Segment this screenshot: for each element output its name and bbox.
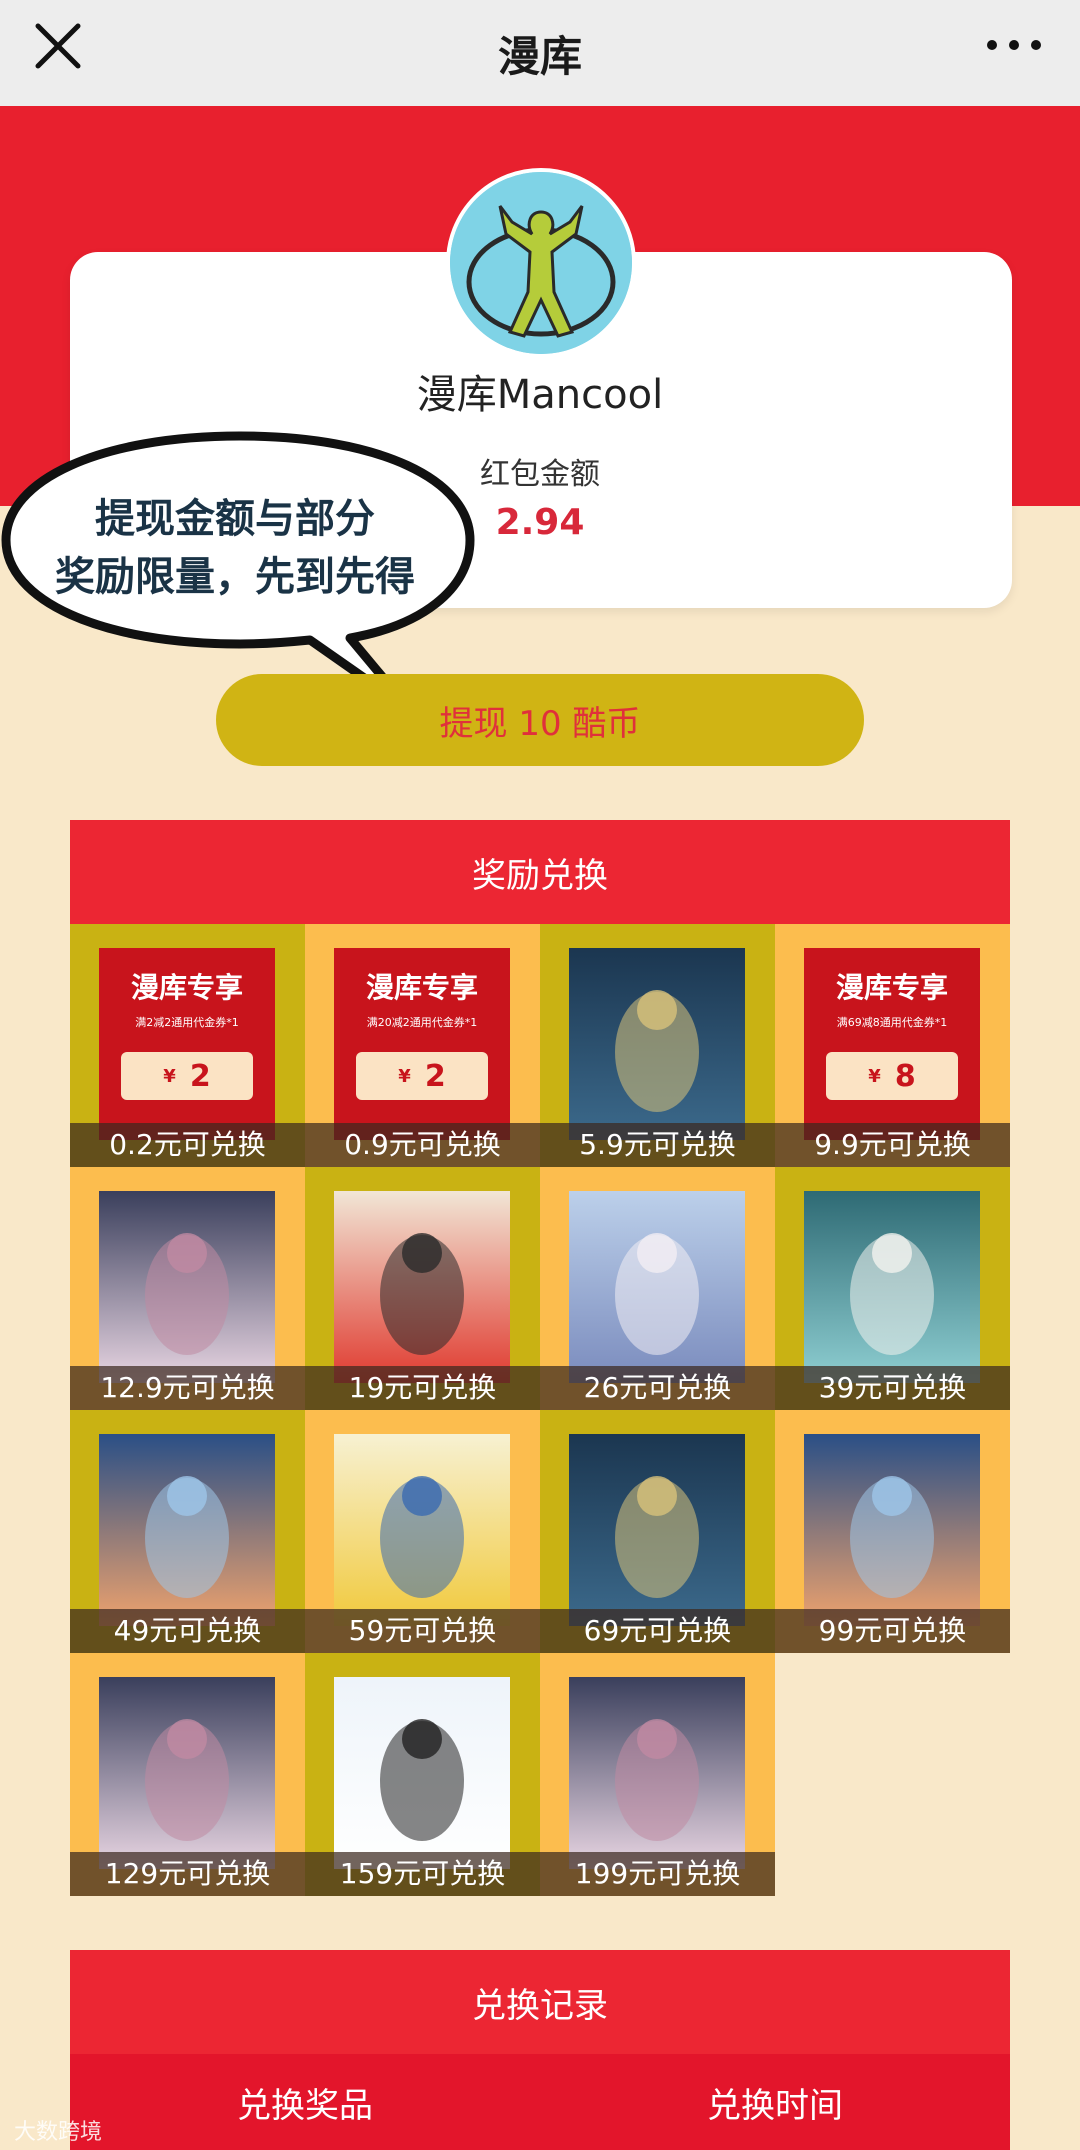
voucher-ticket: ¥2 <box>356 1052 488 1100</box>
voucher-desc: 满69减8通用代金券*1 <box>836 1016 948 1029</box>
reward-item[interactable]: 199元可兑换 <box>540 1653 775 1896</box>
reward-price: 19元可兑换 <box>305 1366 540 1410</box>
reward-grid: 漫库专享 满2减2通用代金券*1 ¥2 0.2元可兑换 漫库专享 满20减2通用代金券*1… <box>70 924 1010 1896</box>
voucher-ticket: ¥8 <box>826 1052 958 1100</box>
reward-price: 0.9元可兑换 <box>305 1123 540 1167</box>
voucher-card: 漫库专享满2减2通用代金券*1 ¥2 <box>99 948 275 1140</box>
pokemon-book-icon <box>334 1434 510 1626</box>
reward-item[interactable]: 39元可兑换 <box>775 1167 1010 1410</box>
top-bar: 漫库 <box>0 0 1080 106</box>
reward-item[interactable]: 49元可兑换 <box>70 1410 305 1653</box>
withdraw-button[interactable]: 提现 10 酷币 <box>216 674 864 766</box>
voucher-currency: ¥ <box>398 1065 411 1087</box>
reward-price: 129元可兑换 <box>70 1852 305 1896</box>
novel-cover-icon <box>804 1434 980 1626</box>
anime-figure-icon <box>99 1191 275 1383</box>
reward-price: 59元可兑换 <box>305 1609 540 1653</box>
voucher-card: 漫库专享满69减8通用代金券*1 ¥8 <box>804 948 980 1140</box>
bubble-line-2: 奖励限量，先到先得 <box>55 554 415 600</box>
reward-item[interactable]: 5.9元可兑换 <box>540 924 775 1167</box>
voucher: 漫库专享满2减2通用代金券*1 ¥2 <box>99 948 275 1140</box>
records-header: 兑换记录 <box>70 1950 1010 2054</box>
rewards-header: 奖励兑换 <box>70 820 1010 924</box>
more-dots-icon[interactable] <box>984 30 1044 60</box>
reward-item[interactable]: 12.9元可兑换 <box>70 1167 305 1410</box>
reward-item[interactable]: 59元可兑换 <box>305 1410 540 1653</box>
voucher-card: 漫库专享满20减2通用代金券*1 ¥2 <box>334 948 510 1140</box>
close-icon[interactable] <box>30 18 86 74</box>
page-title: 漫库 <box>497 31 582 81</box>
book-cover-icon <box>569 1434 745 1626</box>
voucher-title: 漫库专享 <box>365 971 478 1004</box>
watermark: 大数跨境 <box>14 2120 103 2145</box>
panda-mascot-icon <box>334 1677 510 1869</box>
avatar <box>446 168 636 358</box>
app-root: 漫库 漫库Mancool 红包金额 2.94 提现金额与部分 奖励限量，先到先得… <box>0 0 1080 2150</box>
reward-price: 199元可兑换 <box>540 1852 775 1896</box>
reward-price: 39元可兑换 <box>775 1366 1010 1410</box>
voucher: 漫库专享满69减8通用代金券*1 ¥8 <box>804 948 980 1140</box>
voucher: 漫库专享满20减2通用代金券*1 ¥2 <box>334 948 510 1140</box>
voucher-desc: 满20减2通用代金券*1 <box>366 1016 478 1029</box>
reward-item[interactable]: 159元可兑换 <box>305 1653 540 1896</box>
anime-poster-icon <box>569 1191 745 1383</box>
reward-price: 49元可兑换 <box>70 1609 305 1653</box>
voucher-amount: 2 <box>424 1058 446 1094</box>
bubble-line-1: 提现金额与部分 <box>95 496 375 542</box>
stickman-logo-icon <box>450 172 632 354</box>
records-col-prize: 兑换奖品 <box>237 2085 373 2126</box>
voucher-amount: 2 <box>189 1058 211 1094</box>
reward-item[interactable]: 漫库专享满20减2通用代金券*1 ¥2 0.9元可兑换 <box>305 924 540 1167</box>
reward-item[interactable]: 69元可兑换 <box>540 1410 775 1653</box>
reward-item[interactable]: 漫库专享满69减8通用代金券*1 ¥8 9.9元可兑换 <box>775 924 1010 1167</box>
reward-item[interactable]: 99元可兑换 <box>775 1410 1010 1653</box>
novel-cover-icon <box>99 1434 275 1626</box>
voucher-amount: 8 <box>894 1058 916 1094</box>
reward-item[interactable]: 19元可兑换 <box>305 1167 540 1410</box>
reward-price: 9.9元可兑换 <box>775 1123 1010 1167</box>
reward-price: 26元可兑换 <box>540 1366 775 1410</box>
merch-box-icon <box>804 1191 980 1383</box>
reward-price: 0.2元可兑换 <box>70 1123 305 1167</box>
reward-price: 99元可兑换 <box>775 1609 1010 1653</box>
voucher-currency: ¥ <box>163 1065 176 1087</box>
reward-price: 69元可兑换 <box>540 1609 775 1653</box>
reward-price: 5.9元可兑换 <box>540 1123 775 1167</box>
reward-item[interactable]: 129元可兑换 <box>70 1653 305 1896</box>
voucher-title: 漫库专享 <box>130 971 243 1004</box>
anime-figure-icon <box>569 1677 745 1869</box>
username: 漫库Mancool <box>416 372 664 418</box>
voucher-ticket: ¥2 <box>121 1052 253 1100</box>
voucher-desc: 满2减2通用代金券*1 <box>135 1016 239 1029</box>
anime-figure-icon <box>99 1677 275 1869</box>
book-cover-icon <box>569 948 745 1140</box>
voucher-title: 漫库专享 <box>835 971 948 1004</box>
reward-item[interactable]: 漫库专享满2减2通用代金券*1 ¥2 0.2元可兑换 <box>70 924 305 1167</box>
game-console-bundle-icon <box>334 1191 510 1383</box>
bubble-text: 提现金额与部分 奖励限量，先到先得 <box>20 490 450 606</box>
records-col-time: 兑换时间 <box>707 2085 843 2126</box>
records-columns: 兑换奖品 兑换时间 <box>70 2054 1010 2150</box>
reward-item[interactable]: 26元可兑换 <box>540 1167 775 1410</box>
reward-price: 12.9元可兑换 <box>70 1366 305 1410</box>
voucher-currency: ¥ <box>868 1065 881 1087</box>
reward-price: 159元可兑换 <box>305 1852 540 1896</box>
